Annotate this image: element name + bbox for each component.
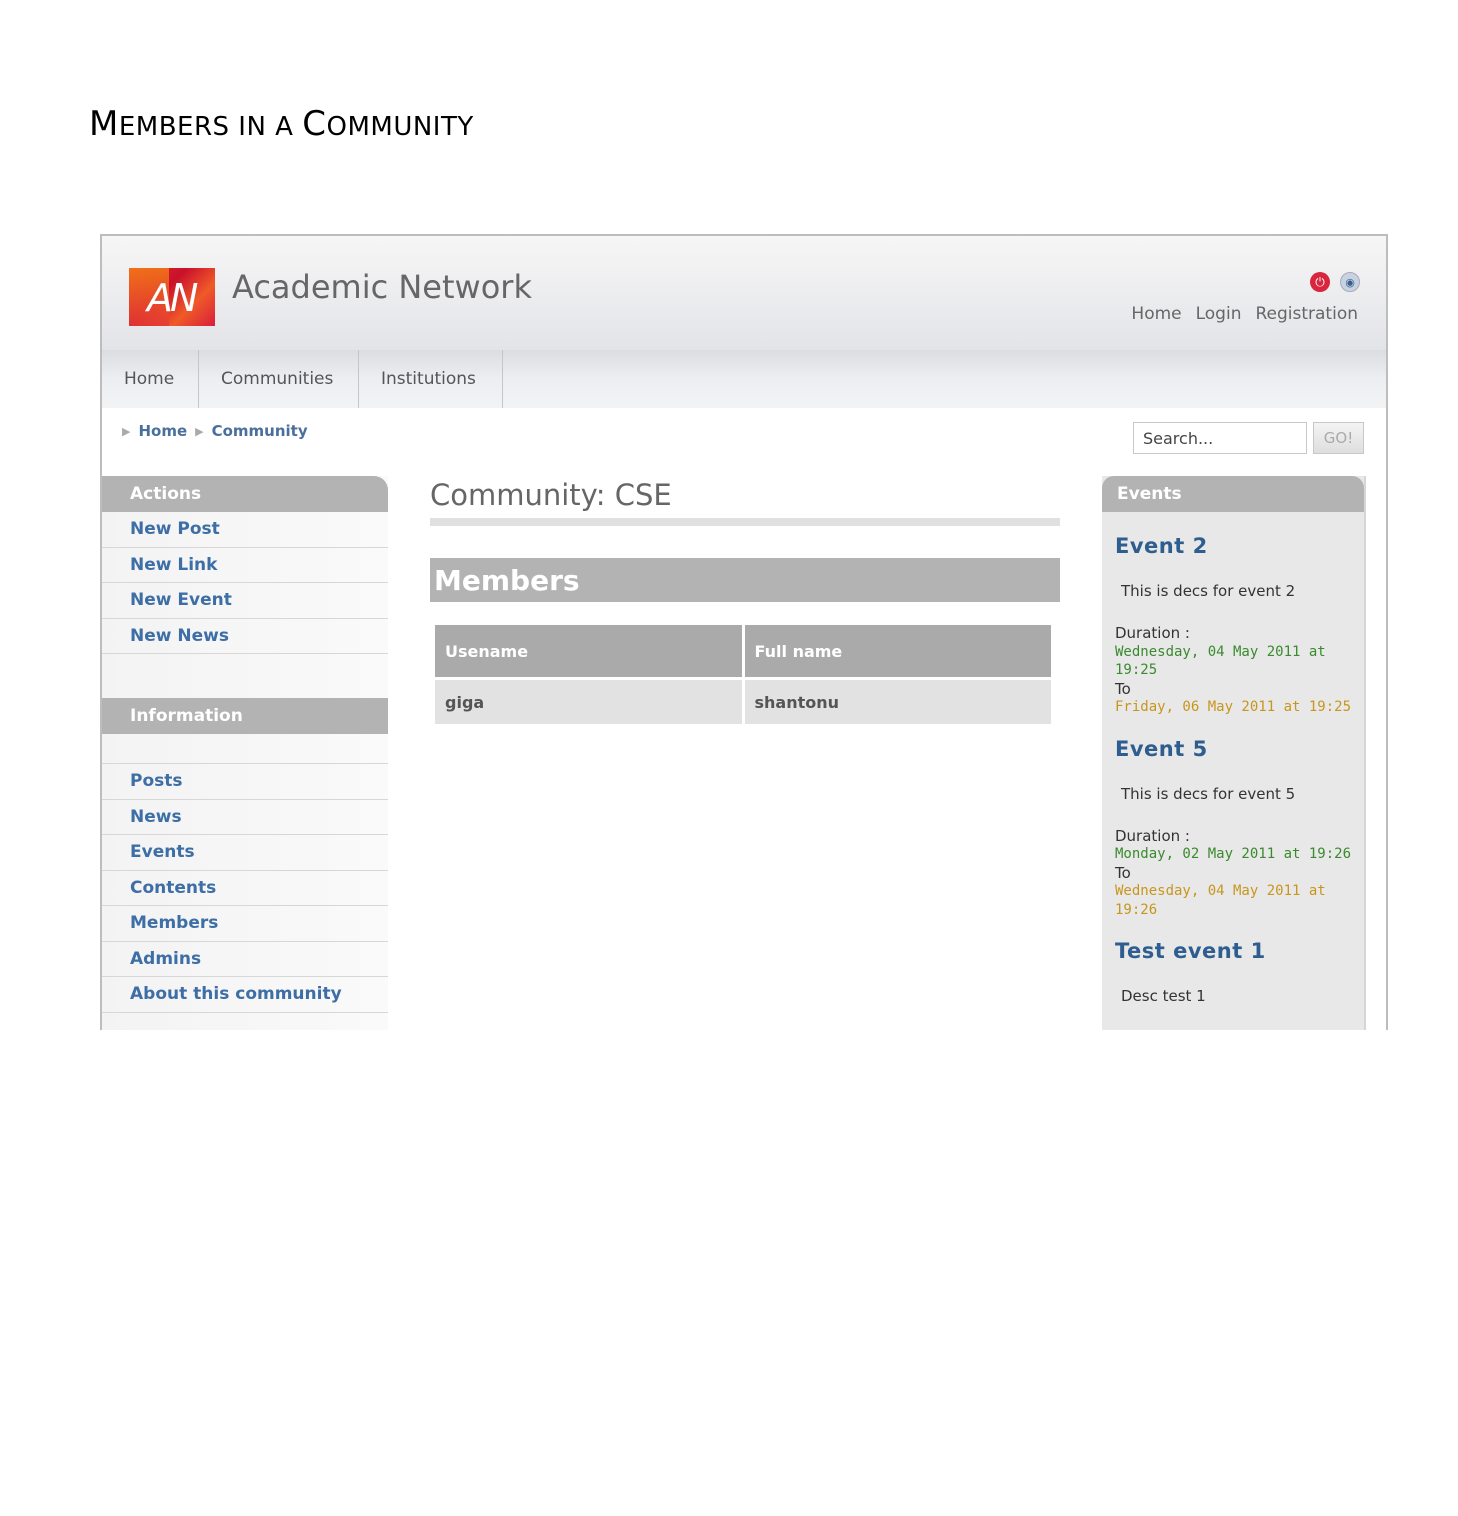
- breadcrumb-arrow-icon: ▶: [195, 424, 204, 438]
- breadcrumb-home[interactable]: Home: [138, 422, 187, 440]
- duration-label: Duration :: [1115, 826, 1190, 845]
- site-name[interactable]: Academic Network: [232, 268, 532, 306]
- title-divider: [430, 518, 1060, 526]
- event-end-cont: 19:26: [1115, 901, 1158, 918]
- breadcrumb-community[interactable]: Community: [212, 422, 308, 440]
- event-description: This is decs for event 5: [1121, 784, 1296, 803]
- info-events[interactable]: Events: [102, 835, 388, 871]
- nav-tab-home[interactable]: Home: [102, 350, 199, 408]
- action-new-link[interactable]: New Link: [102, 548, 388, 583]
- event-title[interactable]: Test event 1: [1115, 939, 1351, 963]
- cell-username[interactable]: giga: [435, 680, 742, 724]
- event-item: Event 5 This is decs for event 5 Duratio…: [1102, 737, 1364, 920]
- action-new-event[interactable]: New Event: [102, 583, 388, 619]
- left-sidebar: Actions New Post New Link New Event New …: [102, 476, 388, 1030]
- page-title: Community: CSE: [430, 478, 672, 512]
- members-table: Usename Full name giga shantonu: [432, 622, 1054, 727]
- column-header-username[interactable]: Usename: [435, 625, 742, 677]
- event-title[interactable]: Event 5: [1115, 737, 1351, 761]
- duration-label: Duration :: [1115, 624, 1190, 642]
- members-section-header: Members: [430, 558, 1060, 602]
- screenshot-frame: AN Academic Network ⏻ ◉ Home Login Regis…: [100, 234, 1388, 1030]
- top-links: Home Login Registration: [1131, 304, 1358, 324]
- globe-icon[interactable]: ◉: [1340, 272, 1360, 292]
- document-title: MEMBERS IN A COMMUNITY: [89, 104, 474, 144]
- action-new-post[interactable]: New Post: [102, 512, 388, 548]
- info-contents[interactable]: Contents: [102, 871, 388, 906]
- column-header-full-name[interactable]: Full name: [744, 625, 1051, 677]
- duration-to: To: [1115, 679, 1131, 698]
- event-duration: Duration : Monday, 02 May 2011 at 19:26 …: [1115, 827, 1351, 920]
- event-start: Monday, 02 May 2011 at 19:26: [1115, 846, 1352, 862]
- events-header: Events: [1102, 476, 1364, 512]
- action-new-news[interactable]: New News: [102, 619, 388, 654]
- event-duration: Duration : Wednesday, 04 May 2011 at 19:…: [1115, 624, 1351, 717]
- info-members[interactable]: Members: [102, 906, 388, 942]
- power-icon[interactable]: ⏻: [1310, 272, 1330, 292]
- breadcrumb: ▶ Home ▶ Community: [122, 422, 308, 440]
- event-item: Event 2 This is decs for event 2 Duratio…: [1102, 534, 1364, 717]
- cell-full-name: shantonu: [744, 680, 1051, 724]
- info-news[interactable]: News: [102, 800, 388, 835]
- top-link-home[interactable]: Home: [1131, 304, 1181, 324]
- duration-to: To: [1115, 863, 1131, 882]
- top-link-login[interactable]: Login: [1196, 304, 1242, 324]
- information-header: Information: [102, 698, 388, 734]
- info-admins[interactable]: Admins: [102, 942, 388, 977]
- top-icons: ⏻ ◉: [1310, 272, 1360, 292]
- event-end: Friday, 06 May 2011 at 19:25: [1115, 699, 1352, 715]
- actions-header: Actions: [102, 476, 388, 512]
- search-input[interactable]: [1133, 422, 1307, 454]
- sidebar-spacer: [102, 734, 388, 764]
- info-posts[interactable]: Posts: [102, 764, 388, 800]
- event-end: Wednesday, 04 May 2011 at: [1115, 883, 1326, 899]
- nav-tab-institutions[interactable]: Institutions: [359, 350, 503, 408]
- site-header: AN Academic Network ⏻ ◉ Home Login Regis…: [102, 236, 1386, 350]
- event-description: Desc test 1: [1121, 987, 1206, 1005]
- table-row: giga shantonu: [435, 680, 1051, 724]
- info-about-community[interactable]: About this community: [102, 977, 388, 1013]
- breadcrumb-arrow-icon: ▶: [122, 424, 131, 438]
- event-start-cont: 19:25: [1115, 662, 1158, 678]
- event-title[interactable]: Event 2: [1115, 534, 1351, 558]
- main-nav: Home Communities Institutions: [102, 350, 1386, 408]
- top-link-registration[interactable]: Registration: [1255, 304, 1358, 324]
- event-item: Test event 1 Desc test 1: [1102, 939, 1364, 1005]
- nav-tab-communities[interactable]: Communities: [199, 350, 359, 408]
- events-sidebar: Events Event 2 This is decs for event 2 …: [1102, 476, 1366, 1030]
- event-description: This is decs for event 2: [1121, 582, 1296, 600]
- search-go-button[interactable]: GO!: [1313, 422, 1364, 454]
- main-content: Community: CSE Members Usename Full name…: [430, 476, 1060, 727]
- event-start: Wednesday, 04 May 2011 at: [1115, 643, 1326, 660]
- site-logo[interactable]: AN: [129, 268, 215, 326]
